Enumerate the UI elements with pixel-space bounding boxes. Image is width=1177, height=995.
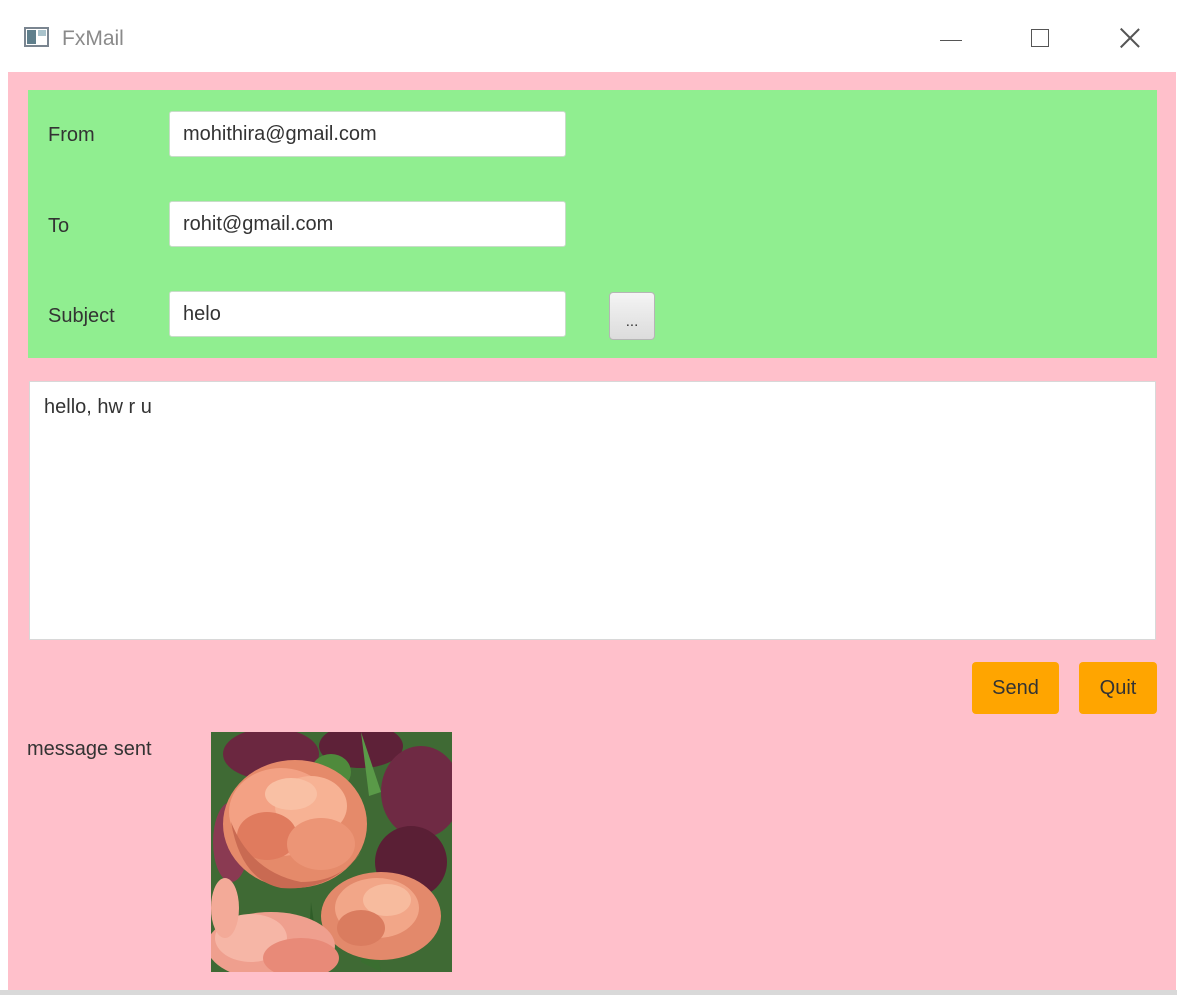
minimize-button[interactable] <box>928 18 974 58</box>
from-label: From <box>48 124 95 146</box>
from-field[interactable] <box>169 111 566 157</box>
window-title: FxMail <box>62 27 124 50</box>
close-icon <box>1119 27 1141 49</box>
browse-attachment-button[interactable]: ... <box>609 292 655 340</box>
message-body-textarea[interactable]: hello, hw r u <box>29 381 1156 640</box>
subject-field[interactable] <box>169 291 566 337</box>
app-window-icon <box>24 27 49 47</box>
send-button[interactable]: Send <box>972 662 1059 714</box>
fxmail-window: FxMail From To Subject ... hello, hw r u… <box>0 0 1177 995</box>
window-bottom-border <box>0 990 1177 995</box>
client-area: From To Subject ... hello, hw r u Send Q… <box>8 72 1176 990</box>
flower-photo-graphic <box>211 732 452 972</box>
title-bar[interactable]: FxMail <box>0 0 1177 72</box>
to-field[interactable] <box>169 201 566 247</box>
quit-button[interactable]: Quit <box>1079 662 1157 714</box>
minimize-icon <box>940 39 962 41</box>
status-message: message sent <box>27 738 152 760</box>
flower-image <box>211 732 452 972</box>
subject-label: Subject <box>48 305 115 327</box>
header-pane: From To Subject ... <box>28 90 1157 358</box>
maximize-button[interactable] <box>1017 18 1063 58</box>
to-label: To <box>48 215 70 237</box>
close-button[interactable] <box>1107 18 1153 58</box>
maximize-icon <box>1031 29 1049 47</box>
